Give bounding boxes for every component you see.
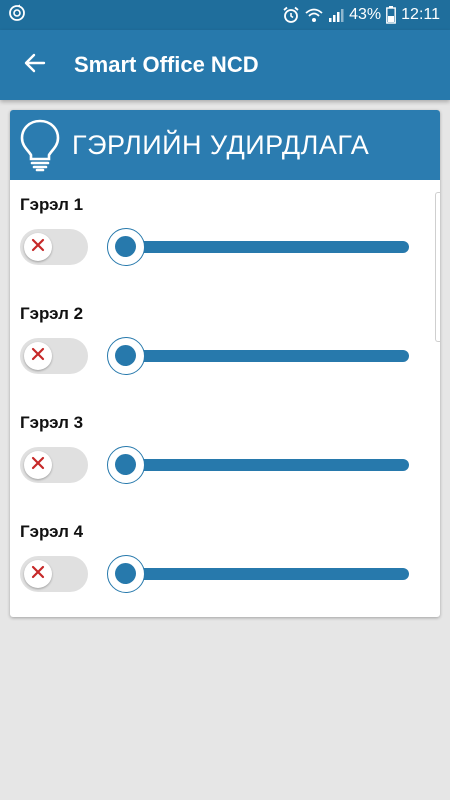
- close-icon: [31, 347, 45, 366]
- slider-track: [125, 459, 409, 471]
- toggle-knob: [24, 342, 52, 370]
- toggle-knob: [24, 233, 52, 261]
- light-2-slider[interactable]: [107, 337, 413, 375]
- battery-icon: [386, 6, 397, 24]
- sync-icon: [8, 4, 26, 27]
- light-4-slider[interactable]: [107, 555, 413, 593]
- app-title: Smart Office NCD: [74, 52, 259, 77]
- light-row-4: Гэрэл 4: [10, 522, 440, 617]
- close-icon: [31, 565, 45, 584]
- light-3-toggle[interactable]: [20, 447, 88, 483]
- slider-thumb[interactable]: [107, 555, 145, 593]
- card-title: ГЭРЛИЙН УДИРДЛАГА: [72, 129, 370, 160]
- light-label: Гэрэл 1: [20, 195, 84, 214]
- slider-track: [125, 350, 409, 362]
- light-label: Гэрэл 3: [20, 413, 84, 432]
- light-1-toggle[interactable]: [20, 229, 88, 265]
- toggle-knob: [24, 560, 52, 588]
- wifi-icon: [305, 7, 323, 23]
- battery-percent: 43%: [349, 6, 382, 23]
- light-2-toggle[interactable]: [20, 338, 88, 374]
- close-icon: [31, 238, 45, 257]
- light-control-card: ГЭРЛИЙН УДИРДЛАГА Гэрэл 1 Гэрэл 2 Гэрэл …: [10, 110, 440, 617]
- slider-thumb[interactable]: [107, 337, 145, 375]
- toggle-knob: [24, 451, 52, 479]
- back-button[interactable]: [12, 42, 58, 88]
- slider-thumb[interactable]: [107, 228, 145, 266]
- alarm-icon: [282, 6, 300, 24]
- arrow-left-icon: [23, 51, 47, 80]
- clock-time: 12:11: [401, 6, 440, 23]
- light-label: Гэрэл 2: [20, 304, 84, 323]
- signal-icon: [328, 7, 344, 23]
- light-row-1: Гэрэл 1: [10, 195, 440, 295]
- light-row-3: Гэрэл 3: [10, 413, 440, 513]
- light-1-slider[interactable]: [107, 228, 413, 266]
- slider-track: [125, 241, 409, 253]
- light-row-2: Гэрэл 2: [10, 304, 440, 404]
- light-3-slider[interactable]: [107, 446, 413, 484]
- slider-thumb[interactable]: [107, 446, 145, 484]
- light-bulb-icon: [18, 117, 62, 173]
- slider-track: [125, 568, 409, 580]
- light-label: Гэрэл 4: [20, 522, 84, 541]
- status-bar: 43% 12:11: [0, 0, 450, 30]
- app-bar: Smart Office NCD: [0, 30, 450, 100]
- card-header: ГЭРЛИЙН УДИРДЛАГА: [10, 110, 440, 180]
- close-icon: [31, 456, 45, 475]
- light-4-toggle[interactable]: [20, 556, 88, 592]
